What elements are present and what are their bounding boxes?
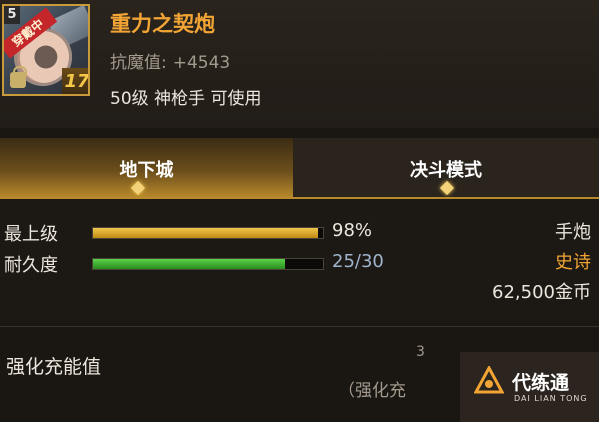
lock-icon <box>10 66 27 88</box>
stat-value: +4543 <box>172 53 231 73</box>
section-divider <box>0 326 599 327</box>
stat-line: 抗魔值: +4543 <box>110 48 230 73</box>
item-icon[interactable]: 5 穿戴中 17 <box>2 4 90 96</box>
enhance-level-badge: 17 <box>62 68 88 94</box>
quality-row: 最上级 98% <box>0 218 440 246</box>
quality-bar <box>92 227 324 239</box>
durability-bar-fill <box>93 259 285 269</box>
tab-dungeon[interactable]: 地下城 <box>0 138 293 198</box>
mode-tabs: 地下城 决斗模式 <box>0 138 599 198</box>
quality-bar-fill <box>93 228 319 238</box>
quality-value: 98% <box>332 220 373 241</box>
icon-level-badge: 5 <box>4 6 20 24</box>
durability-label: 耐久度 <box>4 255 58 276</box>
stat-label: 抗魔值: <box>110 53 167 73</box>
watermark-subtitle: DAI LIAN TONG <box>514 394 588 403</box>
durability-bar <box>92 258 324 270</box>
tab-dungeon-label: 地下城 <box>119 160 174 181</box>
quality-label: 最上级 <box>4 224 58 245</box>
rarity-text: 史诗 <box>555 252 591 273</box>
enhance-detail: （强化充 <box>338 381 406 401</box>
requirement-text: 50级 神枪手 可使用 <box>110 89 262 109</box>
tab-duel-label: 决斗模式 <box>410 160 482 181</box>
item-header: 5 穿戴中 17 重力之契炮 抗魔值: +4543 50级 神枪手 可使用 <box>0 0 599 128</box>
enhance-label: 强化充能值 <box>6 356 102 378</box>
durability-value: 25/30 <box>332 251 384 272</box>
watermark: 代练通 DAI LIAN TONG <box>460 352 599 422</box>
weapon-type: 手炮 <box>555 222 591 243</box>
watermark-title: 代练通 <box>512 372 570 394</box>
enhance-value: 3 <box>416 344 425 360</box>
item-name: 重力之契炮 <box>110 12 215 36</box>
durability-row: 耐久度 25/30 <box>0 249 440 277</box>
price-text: 62,500金币 <box>492 282 591 303</box>
watermark-logo-icon <box>474 366 504 394</box>
